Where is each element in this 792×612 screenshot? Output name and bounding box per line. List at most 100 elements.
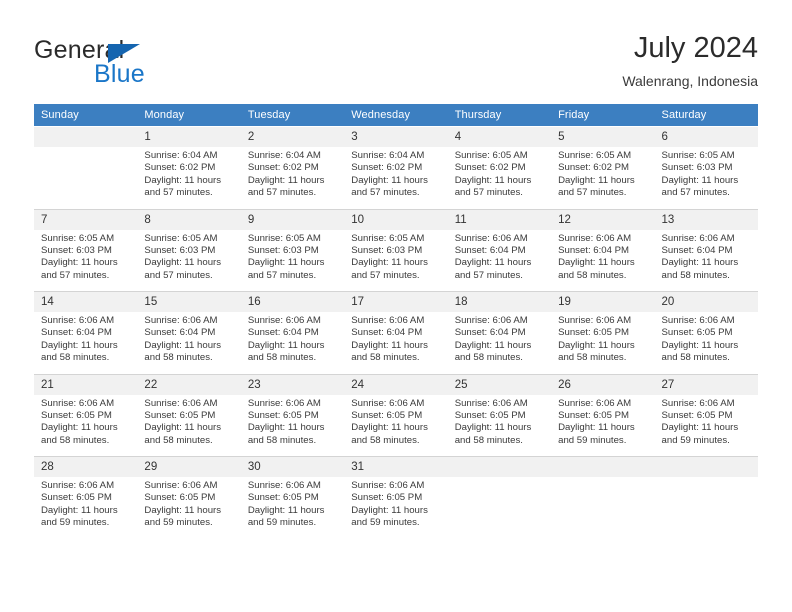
day-number-cell[interactable]: 27 [654,373,758,395]
day-number-cell[interactable]: 24 [344,373,448,395]
week-info-row: Sunrise: 6:05 AM Sunset: 6:03 PM Daylight:… [34,229,758,292]
day-number-cell[interactable]: 7 [34,208,138,230]
day-number-cell[interactable]: 8 [137,208,241,230]
calendar-body: 1 2 3 4 5 6 Sunrise: 6:04 AM Sunset: 6:02 PM Day… [34,126,758,539]
day-sunrise-text: Sunrise: 6:05 AM [247,232,321,244]
day-number-cell[interactable]: 29 [137,456,241,477]
day-sunset-text: Sunset: 6:05 PM [661,327,733,339]
day-number-cell[interactable]: 23 [240,373,345,395]
day-daylight-2-text: and 57 minutes. [144,187,213,199]
day-number-cell[interactable]: 2 [240,126,345,147]
day-number-cell[interactable]: 21 [34,373,138,395]
day-detail-cell: Sunrise: 6:04 AM Sunset: 6:02 PM Daylight:… [344,147,448,210]
day-sunset-text: Sunset: 6:02 PM [454,162,526,174]
day-number-cell[interactable]: 18 [447,291,552,312]
day-number-empty [34,126,138,147]
day-sunset-text: Sunset: 6:03 PM [247,244,319,256]
general-blue-logo[interactable]: General Blue [34,36,264,92]
day-sunset-text: Sunset: 6:05 PM [41,492,112,504]
day-number-cell[interactable]: 13 [654,208,758,230]
day-number-cell[interactable]: 6 [654,126,758,147]
day-detail-empty [34,147,138,210]
day-number-cell[interactable]: 16 [240,291,345,312]
day-sunrise-text: Sunrise: 6:06 AM [661,315,735,326]
day-sunrise-text: Sunrise: 6:06 AM [351,480,425,491]
day-number-cell[interactable]: 20 [654,291,758,312]
calendar-table: Sunday Monday Tuesday Wednesday Thursday… [34,104,758,539]
weekday-header-row: Sunday Monday Tuesday Wednesday Thursday… [34,104,758,127]
day-daylight-2-text: and 58 minutes. [247,434,317,446]
day-sunset-text: Sunset: 6:04 PM [661,244,733,256]
day-sunset-text: Sunset: 6:04 PM [454,244,526,256]
day-number-cell[interactable]: 28 [34,456,138,477]
day-daylight-2-text: and 59 minutes. [558,434,627,446]
day-number-cell[interactable]: 1 [137,126,241,147]
day-daylight-1-text: Daylight: 11 hours [351,339,428,351]
day-sunrise-text: Sunrise: 6:05 AM [144,232,218,244]
day-sunrise-text: Sunrise: 6:06 AM [247,480,321,491]
day-number-cell[interactable]: 14 [34,291,138,312]
day-daylight-1-text: Daylight: 11 hours [351,257,428,269]
day-number-cell[interactable]: 17 [344,291,448,312]
day-daylight-2-text: and 57 minutes. [558,187,627,199]
day-number-cell[interactable]: 22 [137,373,241,395]
page-title: July 2024 [633,32,758,64]
day-number-empty [654,456,758,477]
day-daylight-1-text: Daylight: 11 hours [661,257,739,269]
day-detail-cell: Sunrise: 6:06 AM Sunset: 6:05 PM Daylight:… [551,394,655,457]
day-daylight-1-text: Daylight: 11 hours [661,339,739,351]
day-sunset-text: Sunset: 6:02 PM [144,162,216,174]
day-sunset-text: Sunset: 6:05 PM [247,492,319,504]
day-detail-cell: Sunrise: 6:05 AM Sunset: 6:03 PM Daylight:… [654,147,758,210]
day-daylight-1-text: Daylight: 11 hours [558,339,635,351]
day-sunset-text: Sunset: 6:05 PM [454,409,526,421]
day-detail-cell: Sunrise: 6:06 AM Sunset: 6:05 PM Daylight:… [344,477,448,539]
day-daylight-1-text: Daylight: 11 hours [661,174,739,186]
day-daylight-2-text: and 57 minutes. [454,187,523,199]
day-daylight-2-text: and 58 minutes. [351,434,420,446]
day-sunset-text: Sunset: 6:02 PM [247,162,319,174]
week-info-row: Sunrise: 6:06 AM Sunset: 6:05 PM Daylight:… [34,477,758,539]
day-sunrise-text: Sunrise: 6:05 AM [661,150,735,161]
day-number-cell[interactable]: 4 [447,126,552,147]
week-info-row: Sunrise: 6:06 AM Sunset: 6:05 PM Daylight:… [34,394,758,457]
day-daylight-1-text: Daylight: 11 hours [454,257,532,269]
day-number-cell[interactable]: 12 [551,208,655,230]
day-number-cell[interactable]: 26 [551,373,655,395]
weekday-header-thursday: Thursday [447,104,552,127]
weekday-header-wednesday: Wednesday [344,104,448,127]
day-sunset-text: Sunset: 6:03 PM [144,244,216,256]
day-number-cell[interactable]: 10 [344,208,448,230]
day-detail-cell: Sunrise: 6:04 AM Sunset: 6:02 PM Daylight:… [240,147,345,210]
day-daylight-2-text: and 58 minutes. [454,352,523,364]
calendar-page: General Blue July 2024 Walenrang, Indone… [0,0,792,612]
title-block: July 2024 Walenrang, Indonesia [622,30,758,92]
day-sunset-text: Sunset: 6:03 PM [41,244,112,256]
day-number-cell[interactable]: 19 [551,291,655,312]
day-number-cell[interactable]: 3 [344,126,448,147]
weekday-header-sunday: Sunday [34,104,138,127]
day-number-empty [447,456,552,477]
day-number-cell[interactable]: 25 [447,373,552,395]
weekday-header-tuesday: Tuesday [240,104,345,127]
day-number-cell[interactable]: 9 [240,208,345,230]
day-number-cell[interactable]: 5 [551,126,655,147]
day-detail-cell: Sunrise: 6:05 AM Sunset: 6:03 PM Daylight:… [344,229,448,292]
day-number-cell[interactable]: 15 [137,291,241,312]
day-daylight-2-text: and 58 minutes. [454,434,523,446]
day-daylight-1-text: Daylight: 11 hours [558,422,635,434]
day-sunrise-text: Sunrise: 6:06 AM [661,232,735,244]
day-sunrise-text: Sunrise: 6:06 AM [454,232,528,244]
day-daylight-1-text: Daylight: 11 hours [558,174,635,186]
day-sunrise-text: Sunrise: 6:04 AM [351,150,425,161]
day-daylight-2-text: and 57 minutes. [351,187,420,199]
day-sunrise-text: Sunrise: 6:05 AM [351,232,425,244]
day-detail-empty [654,477,758,539]
day-number-cell[interactable]: 11 [447,208,552,230]
day-daylight-1-text: Daylight: 11 hours [247,174,325,186]
day-detail-cell: Sunrise: 6:06 AM Sunset: 6:04 PM Daylight:… [551,229,655,292]
day-daylight-1-text: Daylight: 11 hours [454,422,532,434]
logo-text-blue: Blue [94,60,145,88]
day-number-cell[interactable]: 30 [240,456,345,477]
day-number-cell[interactable]: 31 [344,456,448,477]
